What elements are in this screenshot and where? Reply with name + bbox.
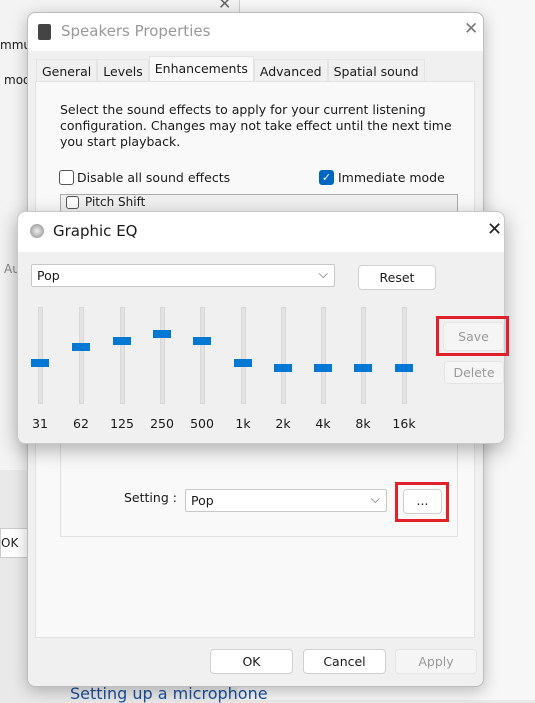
eq-slider-thumb-125[interactable] (113, 336, 131, 345)
eq-slider-thumb-16k[interactable] (395, 364, 413, 373)
apply-button[interactable]: Apply (395, 649, 477, 674)
graphic-eq-dialog: Graphic EQ ✕ Pop ⌵ Reset Save Delete 31 6… (17, 211, 509, 444)
eq-slider-track-2k[interactable] (281, 307, 286, 404)
tab-enhancements[interactable]: Enhancements (148, 56, 254, 83)
eq-band-label: 250 (150, 416, 174, 431)
eq-slider-track-4k[interactable] (321, 307, 326, 404)
tab-spatial-sound[interactable]: Spatial sound (327, 59, 425, 83)
eq-band-label: 31 (32, 416, 48, 431)
eq-slider-thumb-62[interactable] (72, 342, 90, 351)
eq-band-label: 16k (392, 416, 416, 431)
chevron-down-icon: ⌵ (370, 491, 380, 506)
setting-value: Pop (191, 493, 214, 508)
title-bar: Speakers Properties ✕ (28, 13, 483, 51)
tab-general[interactable]: General (36, 59, 98, 83)
eq-slider-thumb-2k[interactable] (274, 364, 292, 373)
speaker-icon (38, 24, 51, 40)
eq-slider-thumb-4k[interactable] (314, 364, 332, 373)
reset-button[interactable]: Reset (358, 265, 436, 290)
disable-all-label: Disable all sound effects (77, 170, 231, 185)
eq-slider-track-250[interactable] (160, 307, 165, 404)
eq-slider-thumb-1k[interactable] (234, 359, 252, 368)
eq-slider-track-62[interactable] (79, 307, 84, 404)
window-title: Speakers Properties (61, 22, 211, 40)
immediate-mode-checkbox[interactable]: ✓ (319, 170, 334, 185)
eq-slider-track-500[interactable] (200, 307, 205, 404)
eq-band-label: 125 (110, 416, 134, 431)
close-icon[interactable]: ✕ (487, 219, 502, 240)
pitch-shift-checkbox[interactable] (66, 196, 79, 209)
list-item[interactable]: Pitch Shift (85, 195, 145, 209)
eq-slider-track-8k[interactable] (361, 307, 366, 404)
eq-slider-thumb-500[interactable] (193, 336, 211, 345)
preset-value: Pop (37, 268, 60, 283)
tab-advanced[interactable]: Advanced (253, 59, 328, 83)
preset-dropdown[interactable]: Pop ⌵ (31, 264, 335, 287)
eq-slider-track-125[interactable] (120, 307, 125, 404)
eq-title: Graphic EQ (53, 222, 138, 240)
eq-band-label: 62 (73, 416, 89, 431)
eq-band-label: 2k (275, 416, 291, 431)
eq-slider-track-31[interactable] (38, 307, 43, 404)
eq-band-label: 500 (190, 416, 214, 431)
eq-title-bar: Graphic EQ ✕ (18, 212, 504, 252)
disable-all-checkbox[interactable] (59, 170, 74, 185)
eq-slider-track-1k[interactable] (241, 307, 246, 404)
eq-slider-thumb-250[interactable] (153, 330, 171, 339)
description-text: Select the sound effects to apply for yo… (60, 102, 452, 149)
eq-slider-thumb-31[interactable] (31, 359, 49, 368)
close-icon[interactable]: ✕ (464, 19, 478, 39)
setting-dropdown[interactable]: Pop ⌵ (185, 489, 387, 512)
eq-band-label: 8k (355, 416, 371, 431)
setting-label: Setting : (124, 490, 177, 505)
immediate-mode-label: Immediate mode (338, 170, 445, 185)
eq-band-label: 1k (235, 416, 251, 431)
cancel-button[interactable]: Cancel (303, 649, 386, 674)
chevron-down-icon: ⌵ (318, 266, 328, 281)
eq-slider-track-16k[interactable] (402, 307, 407, 404)
save-button[interactable]: Save (443, 322, 504, 351)
speaker-icon (30, 224, 44, 238)
ok-button[interactable]: OK (210, 649, 293, 674)
bg-ok-button[interactable]: OK (0, 528, 28, 558)
tab-bar: General Levels Enhancements Advanced Spa… (36, 56, 425, 83)
delete-button[interactable]: Delete (444, 361, 504, 384)
eq-slider-thumb-8k[interactable] (354, 364, 372, 373)
tab-levels[interactable]: Levels (97, 59, 149, 83)
more-settings-button[interactable]: ... (403, 489, 442, 514)
eq-band-label: 4k (315, 416, 331, 431)
